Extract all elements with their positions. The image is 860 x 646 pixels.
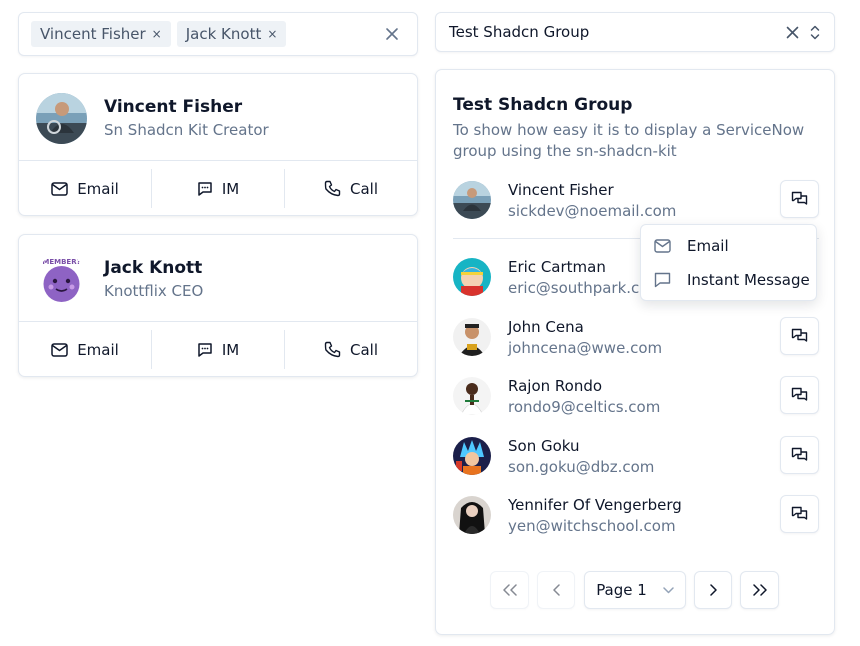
im-button[interactable]: IM (152, 161, 284, 216)
last-page-button[interactable] (740, 571, 779, 609)
card-actions: Email IM Call (19, 322, 417, 377)
member-name: Eric Cartman (508, 258, 606, 276)
member-row: Yennifer Of Vengerberg yen@witchschool.c… (453, 495, 819, 546)
im-label: IM (221, 179, 240, 198)
avatar: MEMBER? (36, 254, 87, 305)
message-square-icon (654, 272, 671, 288)
group-title: Test Shadcn Group (453, 95, 633, 115)
avatar (36, 93, 87, 144)
member-name: John Cena (508, 318, 584, 336)
chip-remove-icon[interactable]: × (267, 28, 277, 40)
email-button[interactable]: Email (19, 161, 151, 216)
chevron-left-icon (552, 584, 561, 596)
chip-vincent-fisher: Vincent Fisher × (31, 21, 171, 47)
person-card-jack-knott: MEMBER? Jack Knott Knottflix CEO Email I… (18, 234, 418, 377)
page-label: Page 1 (596, 581, 647, 599)
svg-text:MEMBER?: MEMBER? (42, 258, 80, 266)
message-icon (197, 342, 213, 358)
messages-square-icon (791, 328, 808, 345)
next-page-button[interactable] (694, 571, 732, 609)
menu-item-label: Email (687, 237, 729, 255)
person-role: Knottflix CEO (104, 282, 204, 300)
im-label: IM (221, 340, 240, 359)
page-select[interactable]: Page 1 (584, 571, 686, 609)
avatar (453, 377, 491, 415)
people-multi-select[interactable]: Vincent Fisher × Jack Knott × (18, 12, 418, 56)
messages-square-icon (791, 387, 808, 404)
chevrons-right-icon (752, 584, 768, 596)
phone-icon (324, 180, 341, 197)
person-card-vincent-fisher: Vincent Fisher Sn Shadcn Kit Creator Ema… (18, 73, 418, 216)
member-name: Yennifer Of Vengerberg (508, 496, 682, 514)
person-role: Sn Shadcn Kit Creator (104, 121, 269, 139)
avatar (453, 318, 491, 356)
member-name: Son Goku (508, 437, 580, 455)
member-row: John Cena johncena@wwe.com (453, 317, 819, 368)
chip-label: Vincent Fisher (40, 25, 146, 43)
messages-square-icon (791, 447, 808, 464)
avatar (453, 258, 491, 296)
person-name: Vincent Fisher (104, 97, 243, 117)
im-button[interactable]: IM (152, 322, 284, 377)
contact-menu-button[interactable] (780, 317, 819, 355)
phone-icon (324, 341, 341, 358)
message-icon (197, 181, 213, 197)
messages-square-icon (791, 191, 808, 208)
email-label: Email (77, 340, 119, 359)
member-row: Rajon Rondo rondo9@celtics.com (453, 376, 819, 427)
clear-all-icon[interactable] (385, 27, 399, 41)
selected-chips: Vincent Fisher × Jack Knott × (31, 21, 287, 47)
group-description: To show how easy it is to display a Serv… (453, 121, 805, 160)
contact-menu-button[interactable] (780, 436, 819, 474)
member-email: johncena@wwe.com (508, 339, 663, 357)
member-email: yen@witchschool.com (508, 517, 676, 535)
call-button[interactable]: Call (285, 322, 417, 377)
chevrons-left-icon (502, 584, 518, 596)
menu-item-instant-message[interactable]: Instant Message (641, 264, 816, 296)
messages-square-icon (791, 506, 808, 523)
chip-remove-icon[interactable]: × (152, 28, 162, 40)
mail-icon (51, 342, 68, 357)
member-email: sickdev@noemail.com (508, 202, 677, 220)
member-name: Vincent Fisher (508, 181, 614, 199)
member-email: son.goku@dbz.com (508, 458, 655, 476)
contact-menu-button[interactable] (780, 495, 819, 533)
email-label: Email (77, 179, 119, 198)
email-button[interactable]: Email (19, 322, 151, 377)
card-actions: Email IM Call (19, 161, 417, 216)
group-select[interactable]: Test Shadcn Group (435, 12, 835, 52)
avatar (453, 181, 491, 219)
chip-label: Jack Knott (185, 25, 262, 43)
chip-jack-knott: Jack Knott × (176, 21, 287, 47)
previous-page-button[interactable] (537, 571, 575, 609)
member-name: Rajon Rondo (508, 377, 603, 395)
call-button[interactable]: Call (285, 161, 417, 216)
person-name: Jack Knott (104, 258, 203, 278)
chevron-right-icon (709, 584, 718, 596)
mail-icon (51, 181, 68, 196)
avatar (453, 437, 491, 475)
contact-menu-button[interactable] (780, 180, 819, 218)
member-row: Son Goku son.goku@dbz.com (453, 436, 819, 487)
chevron-down-icon (663, 586, 674, 594)
clear-icon[interactable] (786, 26, 799, 39)
mail-icon (654, 239, 671, 253)
menu-item-email[interactable]: Email (641, 230, 816, 262)
avatar (453, 496, 491, 534)
contact-dropdown-menu: Email Instant Message (640, 224, 817, 301)
menu-item-label: Instant Message (687, 271, 810, 289)
member-email: rondo9@celtics.com (508, 398, 661, 416)
call-label: Call (349, 340, 378, 359)
group-card: Test Shadcn Group To show how easy it is… (435, 69, 835, 635)
first-page-button[interactable] (490, 571, 529, 609)
call-label: Call (349, 179, 378, 198)
group-select-value: Test Shadcn Group (449, 23, 590, 41)
chevrons-up-down-icon (809, 24, 821, 41)
contact-menu-button[interactable] (780, 376, 819, 414)
